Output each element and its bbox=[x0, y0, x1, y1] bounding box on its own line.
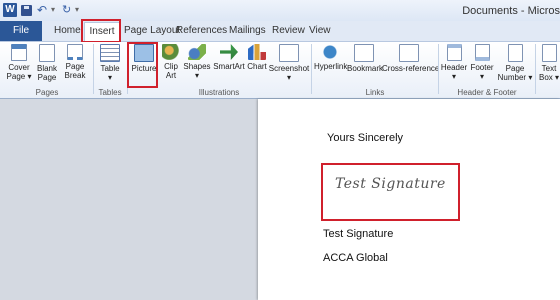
save-icon[interactable] bbox=[21, 5, 32, 16]
group-separator bbox=[438, 44, 439, 94]
picture-button-highlight bbox=[127, 42, 158, 88]
bookmark-button[interactable]: Bookmark bbox=[347, 44, 383, 73]
group-label-pages: Pages bbox=[35, 88, 59, 97]
tab-view[interactable]: View bbox=[309, 25, 331, 36]
ribbon: Cover Page ▾ Blank Page Page Break Pages… bbox=[0, 42, 560, 99]
signature-image[interactable] bbox=[321, 163, 460, 221]
group-label-header-footer: Header & Footer bbox=[457, 88, 517, 97]
cover-page-button[interactable]: Cover Page ▾ bbox=[6, 44, 32, 81]
group-separator bbox=[535, 44, 536, 94]
tab-page-layout[interactable]: Page Layout bbox=[124, 25, 180, 36]
undo-icon[interactable]: ↶ bbox=[37, 3, 47, 17]
redo-icon[interactable]: ↻ bbox=[62, 3, 71, 17]
word-logo-icon: W bbox=[3, 3, 17, 17]
tab-file[interactable]: File bbox=[0, 21, 42, 41]
bookmark-icon bbox=[354, 44, 374, 62]
blank-page-button[interactable]: Blank Page bbox=[35, 44, 59, 82]
group-label-illustrations: Illustrations bbox=[198, 88, 240, 97]
customize-quick-access-icon[interactable]: ▾ bbox=[75, 3, 79, 17]
cover-page-icon bbox=[11, 44, 27, 61]
clip-art-icon bbox=[162, 44, 180, 60]
smartart-icon bbox=[220, 44, 238, 60]
group-label-tables: Tables bbox=[98, 88, 122, 97]
group-separator bbox=[311, 44, 312, 94]
page-number-button[interactable]: Page Number ▾ bbox=[497, 44, 533, 82]
screenshot-button[interactable]: Screenshot ▾ bbox=[268, 44, 310, 82]
chart-icon bbox=[248, 44, 266, 60]
header-button[interactable]: Header ▾ bbox=[440, 44, 468, 81]
footer-button[interactable]: Footer ▾ bbox=[469, 44, 495, 81]
blank-page-icon bbox=[39, 44, 55, 62]
hyperlink-icon bbox=[321, 44, 339, 60]
signer-name: Test Signature bbox=[323, 228, 394, 240]
organization-name: ACCA Global bbox=[323, 252, 388, 264]
tab-home[interactable]: Home bbox=[54, 25, 81, 36]
tab-review[interactable]: Review bbox=[272, 25, 305, 36]
page-break-icon bbox=[67, 44, 83, 60]
group-label-links: Links bbox=[365, 88, 385, 97]
title-bar: W ↶ ▾ ↻ ▾ Documents - Micros bbox=[0, 0, 560, 21]
text-box-icon bbox=[541, 44, 557, 62]
cross-reference-icon bbox=[399, 44, 419, 62]
smartart-button[interactable]: SmartArt bbox=[212, 44, 246, 71]
insert-tab-highlight bbox=[81, 19, 121, 43]
header-icon bbox=[446, 44, 462, 61]
shapes-icon bbox=[188, 44, 206, 60]
cross-reference-button[interactable]: Cross-reference bbox=[382, 44, 439, 73]
undo-dropdown-icon[interactable]: ▾ bbox=[51, 3, 55, 17]
page-number-icon bbox=[507, 44, 523, 62]
chart-button[interactable]: Chart bbox=[246, 44, 268, 71]
document-workspace bbox=[0, 99, 560, 300]
table-button[interactable]: Table ▾ bbox=[97, 44, 123, 82]
text-box-button[interactable]: Text Box ▾ bbox=[538, 44, 560, 82]
tab-mailings[interactable]: Mailings bbox=[229, 25, 266, 36]
screenshot-icon bbox=[279, 44, 299, 62]
footer-icon bbox=[474, 44, 490, 61]
ribbon-tabs: File Home Insert Page Layout References … bbox=[0, 19, 560, 43]
group-separator bbox=[93, 44, 94, 94]
document-title: Documents - Micros bbox=[462, 5, 560, 17]
hyperlink-button[interactable]: Hyperlink bbox=[314, 44, 347, 71]
table-icon bbox=[100, 44, 120, 62]
clip-art-button[interactable]: Clip Art bbox=[161, 44, 181, 80]
signature-script-text: Test Signature bbox=[335, 176, 446, 192]
tab-references[interactable]: References bbox=[176, 25, 227, 36]
shapes-button[interactable]: Shapes ▾ bbox=[183, 44, 211, 80]
closing-text: Yours Sincerely bbox=[327, 132, 404, 144]
page-break-button[interactable]: Page Break bbox=[62, 44, 88, 80]
